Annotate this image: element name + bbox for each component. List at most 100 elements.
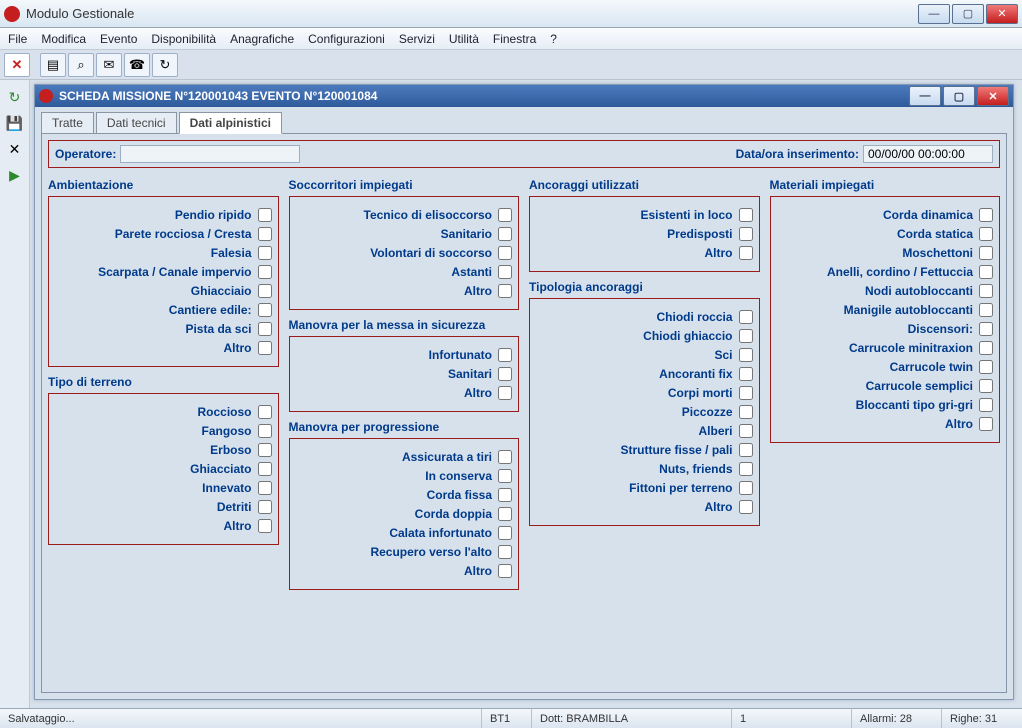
checkbox-ghiacciaio[interactable]	[258, 284, 272, 298]
close-button[interactable]: ✕	[986, 4, 1018, 24]
checkbox-nodi-autobloccanti[interactable]	[979, 284, 993, 298]
checkbox-chiodi-roccia[interactable]	[739, 310, 753, 324]
checkbox-pista-da-sci[interactable]	[258, 322, 272, 336]
field-pista-da-sci: Pista da sci	[55, 322, 272, 336]
checkbox-fangoso[interactable]	[258, 424, 272, 438]
checkbox-altro[interactable]	[258, 341, 272, 355]
checkbox-astanti[interactable]	[498, 265, 512, 279]
doc-close-button[interactable]: ✕	[977, 86, 1009, 106]
checkbox-in-conserva[interactable]	[498, 469, 512, 483]
checkbox-altro[interactable]	[498, 564, 512, 578]
menu-modifica[interactable]: Modifica	[41, 32, 86, 46]
checkbox-detriti[interactable]	[258, 500, 272, 514]
group-ancoraggi-utilizzati: Ancoraggi utilizzatiEsistenti in locoPre…	[529, 178, 760, 272]
refresh-icon[interactable]: ↻	[6, 88, 24, 106]
checkbox-fittoni-per-terreno[interactable]	[739, 481, 753, 495]
checkbox-manigile-autobloccanti[interactable]	[979, 303, 993, 317]
checkbox-recupero-verso-l-alto[interactable]	[498, 545, 512, 559]
menu-disponibilità[interactable]: Disponibilità	[151, 32, 216, 46]
save-icon[interactable]: 💾	[6, 114, 24, 132]
checkbox-calata-infortunato[interactable]	[498, 526, 512, 540]
menu-?[interactable]: ?	[550, 32, 557, 46]
menu-anagrafiche[interactable]: Anagrafiche	[230, 32, 294, 46]
checkbox-carrucole-twin[interactable]	[979, 360, 993, 374]
checkbox-corda-doppia[interactable]	[498, 507, 512, 521]
cancel-icon[interactable]: ✕	[6, 140, 24, 158]
checkbox-altro[interactable]	[979, 417, 993, 431]
tab-tratte[interactable]: Tratte	[41, 112, 94, 134]
checkbox-cantiere-edile[interactable]	[258, 303, 272, 317]
checkbox-erboso[interactable]	[258, 443, 272, 457]
checkbox-roccioso[interactable]	[258, 405, 272, 419]
checkbox-altro[interactable]	[498, 284, 512, 298]
checkbox-corda-statica[interactable]	[979, 227, 993, 241]
menu-configurazioni[interactable]: Configurazioni	[308, 32, 385, 46]
group-box: Chiodi rocciaChiodi ghiaccioSciAncoranti…	[529, 298, 760, 526]
checkbox-altro[interactable]	[498, 386, 512, 400]
menu-servizi[interactable]: Servizi	[399, 32, 435, 46]
checkbox-predisposti[interactable]	[739, 227, 753, 241]
checkbox-carrucole-semplici[interactable]	[979, 379, 993, 393]
checkbox-alberi[interactable]	[739, 424, 753, 438]
toolbar-refresh-button[interactable]: ↻	[152, 53, 178, 77]
checkbox-falesia[interactable]	[258, 246, 272, 260]
checkbox-tecnico-di-elisoccorso[interactable]	[498, 208, 512, 222]
checkbox-infortunato[interactable]	[498, 348, 512, 362]
tab-dati-alpinistici[interactable]: Dati alpinistici	[179, 112, 282, 134]
toolbar-print-button[interactable]: ✉	[96, 53, 122, 77]
checkbox-anelli-cordino-fettuccia[interactable]	[979, 265, 993, 279]
field-label: Corda doppia	[415, 507, 492, 521]
checkbox-assicurata-a-tiri[interactable]	[498, 450, 512, 464]
menu-evento[interactable]: Evento	[100, 32, 137, 46]
checkbox-corda-fissa[interactable]	[498, 488, 512, 502]
group-box: Assicurata a tiriIn conservaCorda fissaC…	[289, 438, 520, 590]
data-ora-input[interactable]	[863, 145, 993, 163]
checkbox-ancoranti-fix[interactable]	[739, 367, 753, 381]
checkbox-ghiacciato[interactable]	[258, 462, 272, 476]
menu-utilità[interactable]: Utilità	[449, 32, 479, 46]
checkbox-sanitari[interactable]	[498, 367, 512, 381]
checkbox-pendio-ripido[interactable]	[258, 208, 272, 222]
checkbox-altro[interactable]	[739, 500, 753, 514]
menu-file[interactable]: File	[8, 32, 27, 46]
checkbox-carrucole-minitraxion[interactable]	[979, 341, 993, 355]
checkbox-chiodi-ghiaccio[interactable]	[739, 329, 753, 343]
play-icon[interactable]: ▶	[6, 166, 24, 184]
checkbox-scarpata-canale-impervio[interactable]	[258, 265, 272, 279]
field-label: Sci	[714, 348, 732, 362]
checkbox-altro[interactable]	[739, 246, 753, 260]
toolbar-phone-button[interactable]: ☎	[124, 53, 150, 77]
checkbox-corpi-morti[interactable]	[739, 386, 753, 400]
checkbox-esistenti-in-loco[interactable]	[739, 208, 753, 222]
field-fittoni-per-terreno: Fittoni per terreno	[536, 481, 753, 495]
checkbox-discensori[interactable]	[979, 322, 993, 336]
checkbox-corda-dinamica[interactable]	[979, 208, 993, 222]
minimize-button[interactable]: —	[918, 4, 950, 24]
maximize-button[interactable]: ▢	[952, 4, 984, 24]
checkbox-volontari-di-soccorso[interactable]	[498, 246, 512, 260]
toolbar-close-record-button[interactable]: ✕	[4, 53, 30, 77]
doc-minimize-button[interactable]: —	[909, 86, 941, 106]
operatore-input[interactable]	[120, 145, 300, 163]
checkbox-piccozze[interactable]	[739, 405, 753, 419]
tab-dati-tecnici[interactable]: Dati tecnici	[96, 112, 177, 134]
field-label: Innevato	[202, 481, 251, 495]
checkbox-moschettoni[interactable]	[979, 246, 993, 260]
checkbox-altro[interactable]	[258, 519, 272, 533]
field-label: Altro	[464, 386, 492, 400]
group-legend: Ancoraggi utilizzati	[529, 178, 760, 192]
tab-panel-dati-alpinistici: Operatore: Data/ora inserimento: Ambient…	[41, 133, 1007, 693]
doc-maximize-button[interactable]: ▢	[943, 86, 975, 106]
menu-finestra[interactable]: Finestra	[493, 32, 536, 46]
toolbar-search-button[interactable]: ⌕	[68, 53, 94, 77]
checkbox-sci[interactable]	[739, 348, 753, 362]
checkbox-innevato[interactable]	[258, 481, 272, 495]
column-4: Materiali impiegatiCorda dinamicaCorda s…	[770, 178, 1001, 686]
toolbar-form-button[interactable]: ▤	[40, 53, 66, 77]
checkbox-strutture-fisse-pali[interactable]	[739, 443, 753, 457]
checkbox-bloccanti-tipo-gri-gri[interactable]	[979, 398, 993, 412]
group-box: Corda dinamicaCorda staticaMoschettoniAn…	[770, 196, 1001, 443]
checkbox-nuts-friends[interactable]	[739, 462, 753, 476]
checkbox-parete-rocciosa-cresta[interactable]	[258, 227, 272, 241]
checkbox-sanitario[interactable]	[498, 227, 512, 241]
